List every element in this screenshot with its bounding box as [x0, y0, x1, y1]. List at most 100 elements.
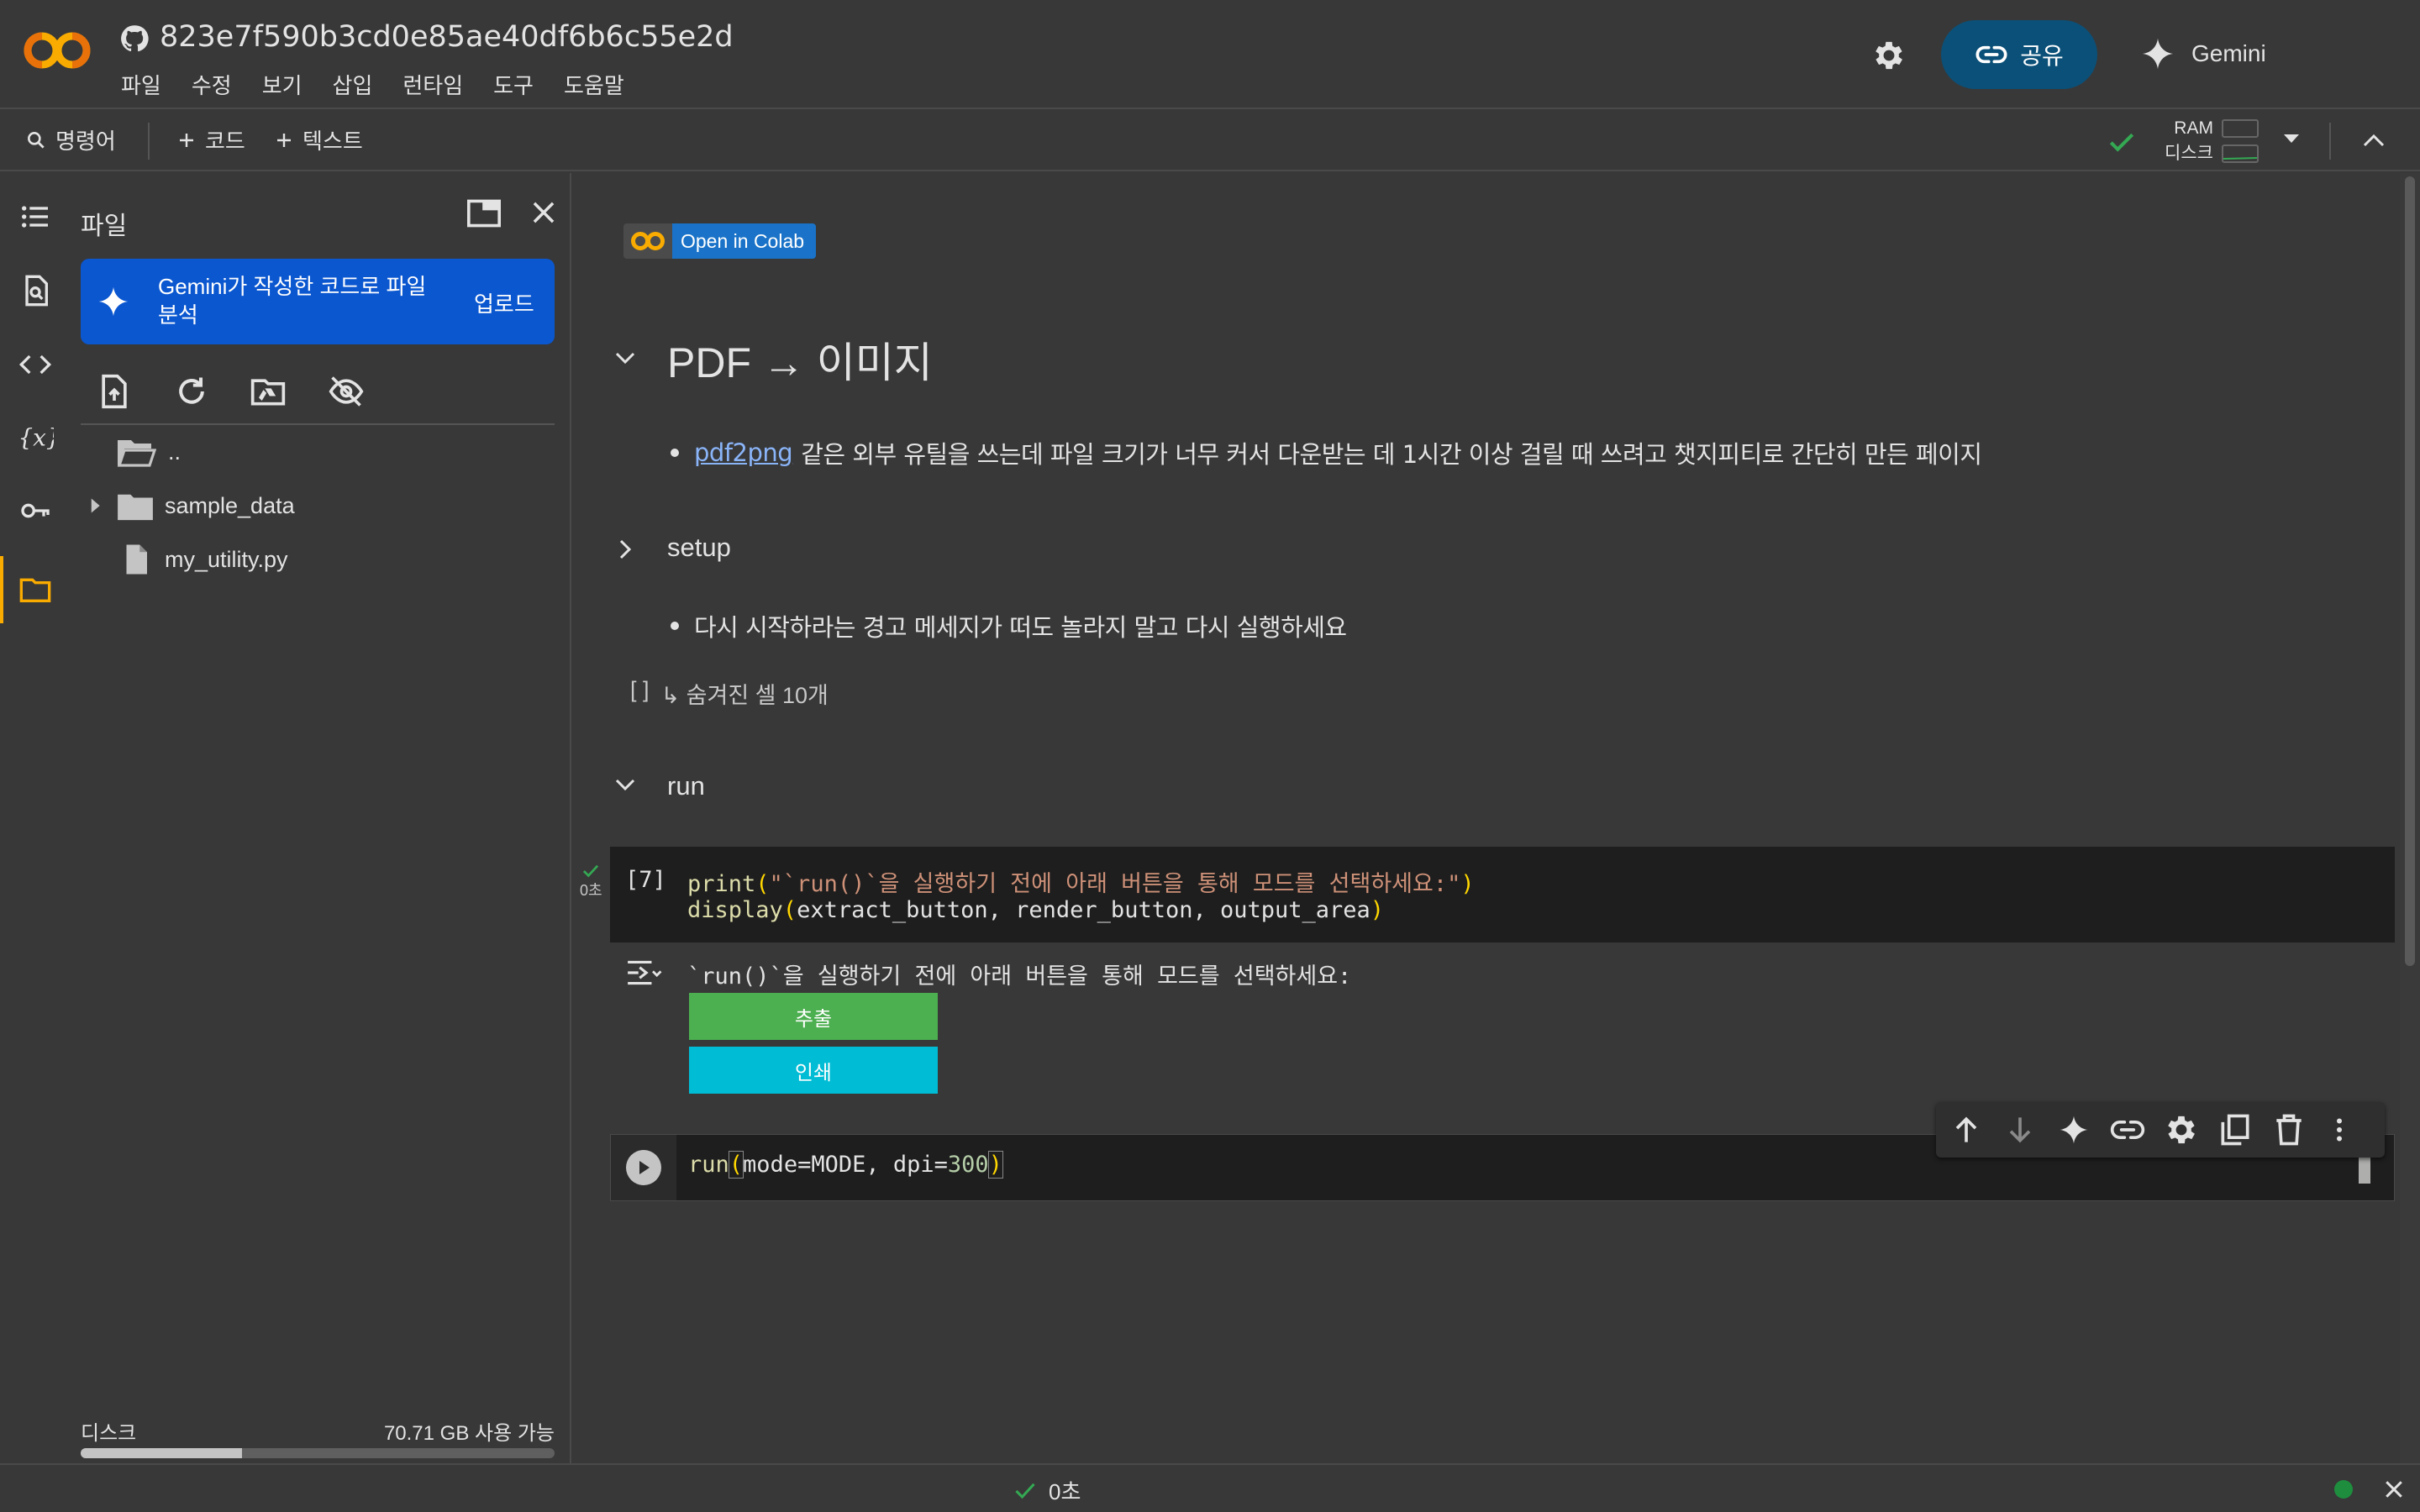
close-panel-icon[interactable]	[528, 197, 560, 228]
settings-gear-icon[interactable]	[1870, 37, 1907, 74]
bullet-pdf2png: pdf2png 같은 외부 유틸을 쓰는데 파일 크기가 너무 커서 다운받는 …	[667, 435, 1982, 470]
notebook-scrollbar[interactable]	[2400, 173, 2420, 1463]
add-code-button[interactable]: 코드	[176, 124, 245, 155]
gemini-label: Gemini	[2191, 40, 2266, 66]
table-of-contents-icon[interactable]	[17, 198, 54, 235]
collapse-header-icon[interactable]	[2361, 131, 2386, 150]
menu-tools[interactable]: 도구	[493, 69, 534, 100]
gemini-analyze-card[interactable]: Gemini가 작성한 코드로 파일 분석 업로드	[81, 259, 555, 344]
open-in-colab-badge[interactable]: Open in Colab	[623, 223, 817, 259]
colab-badge-logo-icon	[623, 223, 672, 259]
share-button[interactable]: 공유	[1941, 20, 2097, 89]
refresh-icon[interactable]	[173, 373, 210, 410]
code-snippets-icon[interactable]	[17, 346, 54, 383]
find-replace-icon[interactable]	[17, 272, 54, 309]
gemini-sparkle-icon[interactable]	[2055, 1111, 2092, 1148]
resource-monitor[interactable]: RAM 디스크	[2165, 116, 2259, 166]
runtime-dropdown-icon[interactable]	[2282, 133, 2301, 144]
collapse-section-chevron-icon[interactable]	[613, 349, 637, 366]
connection-status-dot	[2334, 1480, 2353, 1499]
folder-open-icon	[117, 440, 156, 467]
variables-icon[interactable]: {x}	[17, 418, 54, 455]
search-icon	[28, 131, 45, 149]
scrollbar-thumb[interactable]	[2405, 176, 2415, 966]
connected-check-icon[interactable]	[2106, 126, 2138, 158]
play-icon	[639, 1161, 650, 1174]
cell-exec-status: 0초	[580, 864, 602, 900]
cell-run-gutter	[611, 1135, 676, 1200]
file-panel-title: 파일	[81, 213, 128, 240]
disk-usage-fill	[81, 1448, 242, 1458]
active-indicator	[0, 556, 3, 623]
delete-cell-icon[interactable]	[2270, 1111, 2307, 1148]
move-down-icon[interactable]	[2002, 1111, 2039, 1148]
github-icon	[119, 24, 150, 54]
success-check-icon	[1015, 1483, 1035, 1499]
gemini-sparkle-icon	[97, 286, 129, 318]
tree-item-my-utility[interactable]: my_utility.py	[116, 536, 288, 583]
notebook-title[interactable]: 823e7f590b3cd0e85ae40df6b6c55e2d	[160, 20, 734, 54]
cell-exec-count: [7]	[625, 867, 666, 893]
bullet-restart-warning: 다시 시작하라는 경고 메세지가 떠도 놀라지 말고 다시 실행하세요	[667, 608, 1347, 643]
gemini-sparkle-icon	[2142, 38, 2174, 70]
file-panel: 파일 Gemini가 작성한 코드로 파일 분석 업로드 .. sample_d…	[71, 173, 571, 1463]
toolbar-divider	[2329, 123, 2331, 160]
menu-runtime[interactable]: 런타임	[402, 69, 463, 100]
hidden-cells-indicator[interactable]: [ ] ↳ 숨겨진 셀 10개	[630, 677, 829, 710]
execution-status[interactable]: 0초	[1013, 1475, 1081, 1506]
more-options-icon[interactable]	[2324, 1111, 2354, 1148]
plus-icon	[277, 133, 291, 147]
menu-edit[interactable]: 수정	[192, 69, 232, 100]
run-cell-button[interactable]	[626, 1150, 661, 1185]
expand-arrow-icon[interactable]	[81, 491, 109, 520]
heading-setup: setup	[667, 533, 731, 562]
share-label: 공유	[2020, 43, 2064, 69]
cell-settings-gear-icon[interactable]	[2163, 1111, 2200, 1148]
menu-view[interactable]: 보기	[262, 69, 302, 100]
expand-section-chevron-icon[interactable]	[617, 538, 634, 561]
ram-meter	[2221, 119, 2259, 138]
output-actions-icon[interactable]	[625, 958, 662, 988]
code-line-1: print("`run()`을 실행하기 전에 아래 버튼을 통해 모드를 선택…	[687, 871, 1475, 897]
file-icon	[126, 544, 147, 575]
header: 823e7f590b3cd0e85ae40df6b6c55e2d 파일 수정 보…	[0, 0, 2420, 109]
menu-insert[interactable]: 삽입	[333, 69, 373, 100]
menu-file[interactable]: 파일	[121, 69, 161, 100]
cell-toolbar	[1936, 1102, 2385, 1158]
toolbar: 명령어 코드 텍스트 RAM 디스크	[0, 111, 2420, 171]
mount-drive-icon[interactable]	[249, 373, 287, 410]
cell-output-text: `run()`을 실행하기 전에 아래 버튼을 통해 모드를 선택하세요:	[687, 963, 1352, 990]
files-folder-icon[interactable]	[17, 571, 54, 608]
side-rail: {x}	[0, 173, 71, 1463]
open-in-window-icon[interactable]	[466, 197, 502, 230]
upload-file-icon[interactable]	[96, 373, 133, 410]
close-status-icon[interactable]	[2381, 1477, 2407, 1502]
disk-meter	[2221, 144, 2259, 163]
move-up-icon[interactable]	[1948, 1111, 1985, 1148]
gemini-button[interactable]: Gemini	[2141, 37, 2266, 71]
gemini-upload-button[interactable]: 업로드	[474, 287, 534, 318]
link-icon[interactable]	[2109, 1111, 2146, 1148]
hide-files-icon[interactable]	[326, 373, 366, 410]
add-text-button[interactable]: 텍스트	[274, 124, 363, 155]
svg-text:{x}: {x}	[18, 423, 54, 451]
tree-item-sample-data[interactable]: sample_data	[81, 482, 295, 529]
extract-button[interactable]: 추출	[689, 993, 938, 1040]
pdf2png-link[interactable]: pdf2png	[694, 438, 793, 467]
colab-logo[interactable]	[22, 29, 92, 72]
plus-icon	[180, 133, 193, 147]
text-cursor	[2359, 1153, 2370, 1184]
toolbar-divider	[148, 123, 150, 160]
notebook-area: Open in Colab PDF → 이미지 pdf2png 같은 외부 유틸…	[573, 173, 2400, 1463]
render-button[interactable]: 인쇄	[689, 1047, 938, 1094]
collapse-section-chevron-icon[interactable]	[613, 776, 637, 793]
menu-bar: 파일 수정 보기 삽입 런타임 도구 도움말	[121, 69, 655, 100]
menu-help[interactable]: 도움말	[564, 69, 624, 100]
command-palette-button[interactable]: 명령어	[25, 124, 116, 155]
mirror-cell-icon[interactable]	[2217, 1111, 2254, 1148]
code-line-run: run(mode=MODE, dpi=300)	[688, 1151, 1003, 1179]
disk-usage-bar	[81, 1448, 555, 1458]
status-bar: 0초	[0, 1463, 2420, 1512]
tree-item-parent[interactable]: ..	[116, 428, 181, 475]
secrets-key-icon[interactable]	[17, 492, 54, 529]
